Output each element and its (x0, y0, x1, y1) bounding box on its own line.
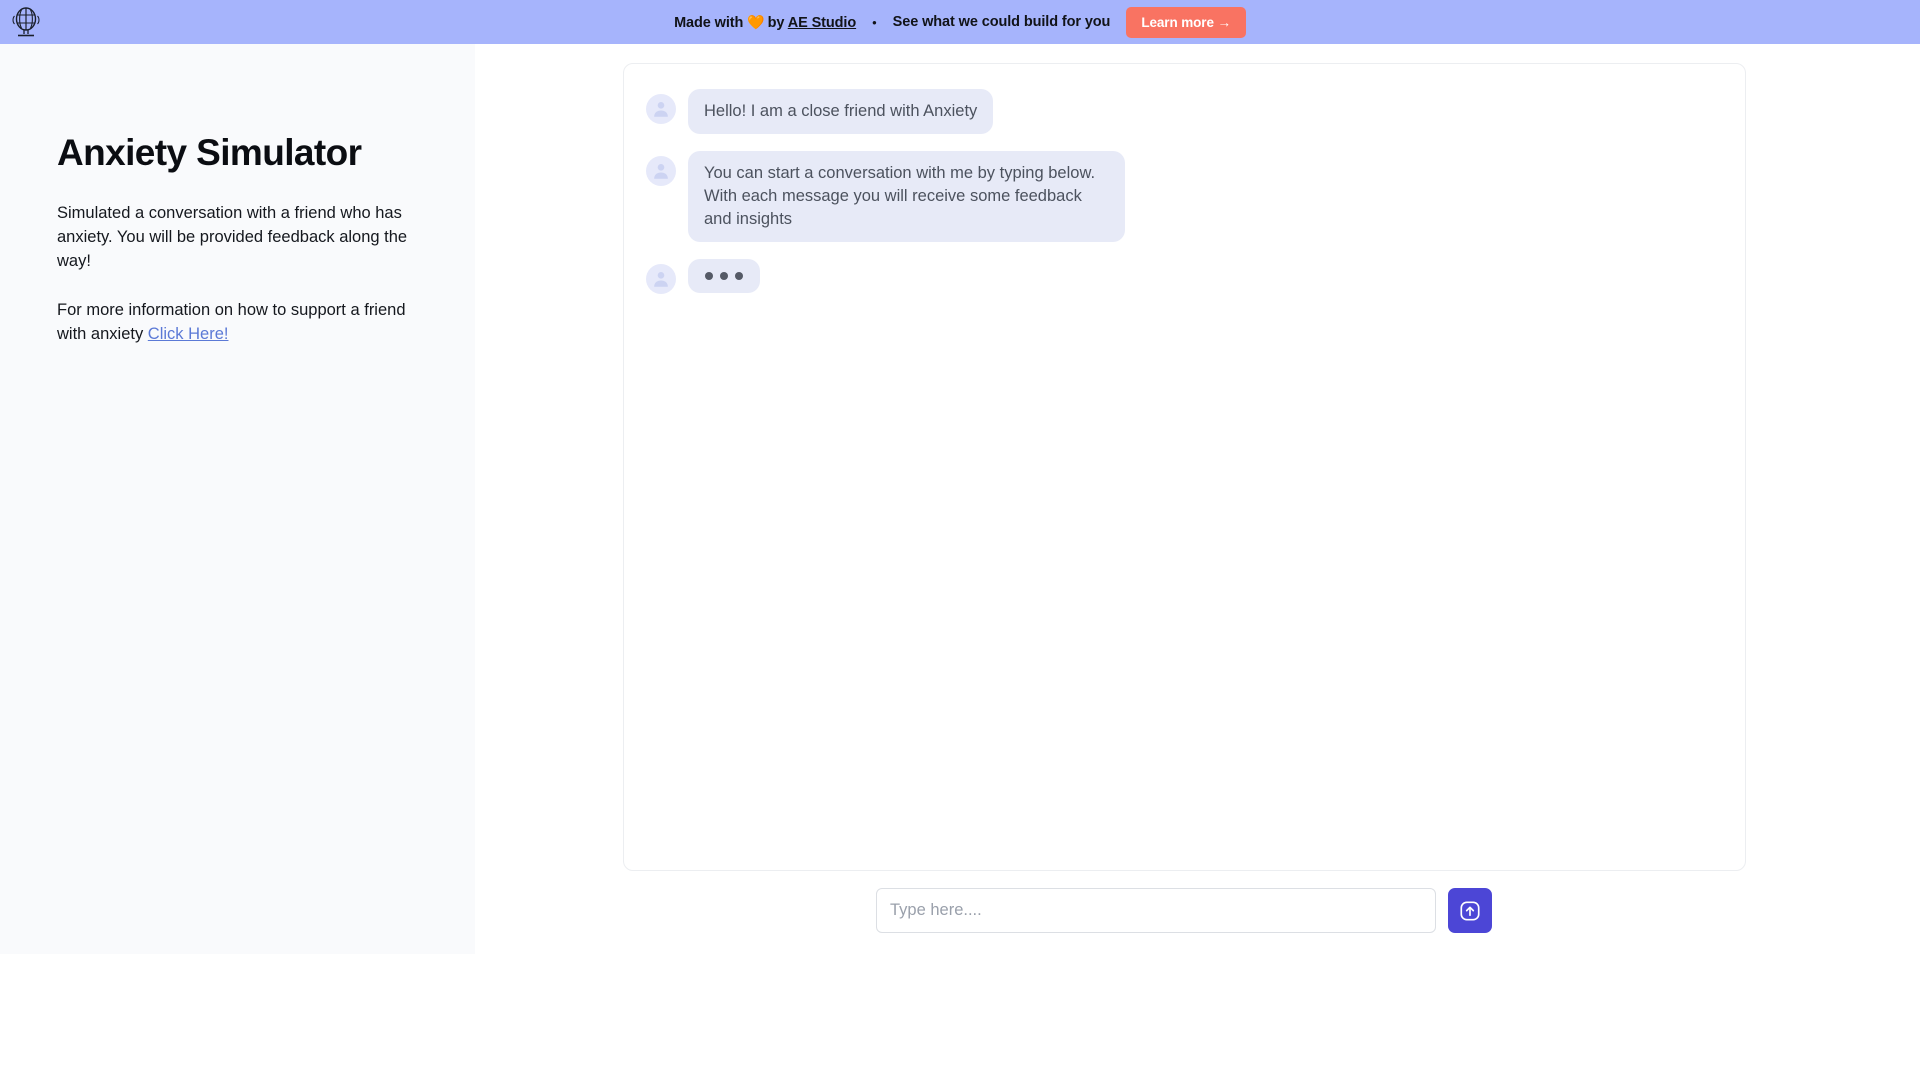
chat-bubble: Hello! I am a close friend with Anxiety (688, 89, 994, 134)
support-text-label: For more information on how to support a… (57, 300, 406, 343)
typing-dot (705, 272, 713, 280)
chat-message-list[interactable]: Hello! I am a close friend with Anxiety … (623, 63, 1746, 871)
message-input[interactable] (876, 888, 1436, 933)
separator-dot: • (872, 14, 877, 30)
promo-center-group: Made with 🧡 by AE Studio • See what we cou… (0, 0, 1920, 44)
heart-icon: 🧡 (747, 13, 765, 30)
ae-studio-link[interactable]: AE Studio (788, 15, 856, 31)
user-avatar-icon (646, 264, 676, 294)
click-here-link[interactable]: Click Here! (148, 325, 229, 343)
chat-typing-row (646, 259, 1723, 294)
learn-more-button[interactable]: Learn more → (1126, 6, 1246, 38)
made-with-label: Made with (674, 14, 744, 31)
chat-bubble: You can start a conversation with me by … (688, 151, 1125, 242)
sidebar: Anxiety Simulator Simulated a conversati… (0, 44, 475, 954)
chat-message-row: Hello! I am a close friend with Anxiety (646, 89, 1723, 134)
typing-indicator (688, 259, 760, 293)
typing-dot (735, 272, 743, 280)
user-avatar-icon (646, 156, 676, 186)
made-with-text: Made with 🧡 by AE Studio (674, 14, 856, 31)
sidebar-description: Simulated a conversation with a friend w… (57, 203, 408, 270)
promo-banner: Made with 🧡 by AE Studio • See what we cou… (0, 0, 1920, 44)
page-title: Anxiety Simulator (57, 132, 362, 173)
chat-message-row: You can start a conversation with me by … (646, 151, 1723, 242)
by-label: by (767, 14, 785, 31)
arrow-up-circle-icon (1460, 900, 1480, 921)
message-composer (876, 888, 1492, 933)
user-avatar-icon (646, 94, 676, 124)
send-button[interactable] (1448, 888, 1492, 933)
promo-tagline: See what we could build for you (892, 14, 1111, 30)
sidebar-support-text: For more information on how to support a… (57, 298, 418, 346)
typing-dot (720, 272, 728, 280)
